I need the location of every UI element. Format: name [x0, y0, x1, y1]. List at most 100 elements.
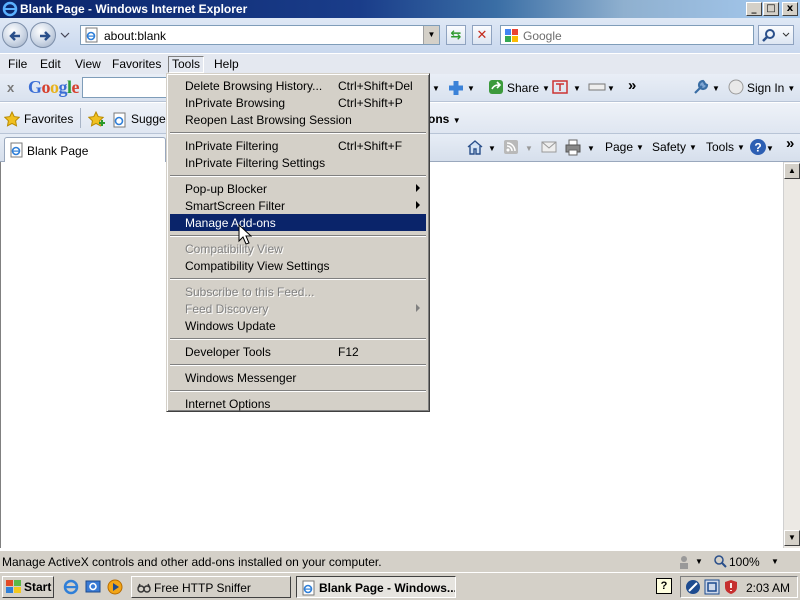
submenu-arrow-icon	[416, 201, 420, 209]
read-mail-icon[interactable]	[541, 140, 557, 154]
feeds-dropdown-icon[interactable]: ▼	[525, 144, 533, 153]
back-button[interactable]	[2, 22, 28, 48]
address-dropdown-icon[interactable]: ▼	[423, 26, 439, 44]
vertical-scrollbar[interactable]: ▲ ▼	[783, 162, 800, 548]
status-bar: Manage ActiveX controls and other add-on…	[0, 550, 800, 572]
scroll-down-icon[interactable]: ▼	[784, 530, 800, 546]
page-icon	[85, 27, 98, 43]
refresh-button[interactable]: ⇆	[446, 25, 466, 45]
menu-file[interactable]: File	[6, 57, 29, 71]
tools-menu-item-compatibility-view-settings[interactable]: Compatibility View Settings	[170, 257, 426, 274]
tools-menu-item-pop-up-blocker[interactable]: Pop-up Blocker	[170, 180, 426, 197]
add-to-favorites-icon[interactable]	[88, 111, 106, 127]
plus-dropdown-icon[interactable]: ▼	[467, 84, 475, 93]
help-dropdown-icon[interactable]: ▼	[766, 144, 774, 153]
tools-menu-item-internet-options[interactable]: Internet Options	[170, 395, 426, 412]
popup-blocker-status-icon[interactable]	[676, 554, 692, 570]
google-toolbar-close-icon[interactable]: x	[7, 80, 14, 95]
widget-dropdown-icon[interactable]: ▼	[607, 84, 615, 93]
sniffer-icon	[137, 583, 151, 593]
display-tray-icon[interactable]	[704, 579, 720, 595]
menu-tools[interactable]: Tools	[168, 56, 205, 73]
scroll-up-icon[interactable]: ▲	[784, 163, 800, 179]
page-icon	[10, 142, 23, 158]
menu-item-label: InPrivate Filtering	[185, 139, 279, 153]
menu-edit[interactable]: Edit	[38, 57, 63, 71]
forward-button[interactable]	[30, 22, 56, 48]
taskbar-http-sniffer[interactable]: Free HTTP Sniffer	[131, 576, 291, 598]
clock: 2:03 AM	[746, 581, 791, 595]
menu-view[interactable]: View	[73, 57, 103, 71]
feeds-icon[interactable]	[503, 139, 519, 155]
start-button[interactable]: Start	[2, 576, 54, 598]
share-icon	[489, 80, 503, 94]
mouse-cursor-icon	[238, 224, 252, 245]
google-search-dropdown-icon[interactable]: ▼	[432, 84, 440, 93]
start-label: Start	[24, 580, 52, 594]
menu-item-shortcut: F12	[338, 345, 359, 359]
status-dropdown-icon[interactable]: ▼	[695, 557, 703, 566]
translate-icon[interactable]	[552, 79, 570, 95]
network-tray-icon[interactable]	[685, 579, 701, 595]
taskbar-blank-page[interactable]: Blank Page - Windows...	[296, 576, 456, 598]
page-menu[interactable]: Page ▼	[605, 140, 644, 154]
more-chevron-icon[interactable]: »	[628, 77, 636, 94]
tools-command-menu[interactable]: Tools ▼	[706, 140, 745, 154]
tools-menu-item-delete-browsing-history[interactable]: Delete Browsing History... Ctrl+Shift+Del	[170, 77, 426, 94]
stop-button[interactable]: ✕	[472, 25, 492, 45]
google-search-input[interactable]	[82, 77, 172, 98]
tools-menu-item-inprivate-browsing[interactable]: InPrivate Browsing Ctrl+Shift+P	[170, 94, 426, 111]
address-text: about:blank	[104, 29, 167, 43]
print-dropdown-icon[interactable]: ▼	[587, 144, 595, 153]
forward-arrow-icon	[40, 31, 51, 41]
share-button[interactable]: Share ▼	[507, 81, 550, 95]
security-shield-icon[interactable]	[723, 579, 739, 595]
media-player-icon[interactable]	[106, 578, 124, 596]
zoom-dropdown-icon[interactable]: ▼	[771, 557, 779, 566]
ie-quicklaunch-icon[interactable]	[62, 578, 80, 596]
tools-menu-item-inprivate-filtering-settings[interactable]: InPrivate Filtering Settings	[170, 154, 426, 171]
print-icon[interactable]	[564, 138, 582, 156]
tools-menu-item-smartscreen-filter[interactable]: SmartScreen Filter	[170, 197, 426, 214]
toolbar-widget-icon[interactable]	[588, 81, 606, 93]
favorites-button[interactable]: Favorites	[24, 112, 73, 126]
home-icon[interactable]	[466, 138, 484, 156]
tab-blank-page[interactable]: Blank Page	[4, 137, 166, 162]
maximize-button[interactable]: □	[763, 2, 779, 16]
menu-item-label: Subscribe to this Feed...	[185, 285, 315, 299]
tools-menu-item-reopen-last-browsing-session[interactable]: Reopen Last Browsing Session	[170, 111, 426, 128]
wrench-icon[interactable]	[692, 78, 710, 96]
tools-menu-item-compatibility-view: Compatibility View	[170, 240, 426, 257]
home-dropdown-icon[interactable]: ▼	[488, 144, 496, 153]
help-icon[interactable]: ?	[749, 138, 767, 156]
menu-separator	[170, 175, 426, 177]
close-button[interactable]: x	[782, 2, 798, 16]
tools-menu-item-developer-tools[interactable]: Developer Tools F12	[170, 343, 426, 360]
tools-menu-item-inprivate-filtering[interactable]: InPrivate Filtering Ctrl+Shift+F	[170, 137, 426, 154]
windows-logo-icon	[6, 580, 21, 593]
menu-favorites[interactable]: Favorites	[110, 57, 163, 71]
tools-menu-item-windows-messenger[interactable]: Windows Messenger	[170, 369, 426, 386]
menu-help[interactable]: Help	[212, 57, 241, 71]
plus-icon[interactable]	[446, 79, 466, 97]
sign-in-button[interactable]: Sign In ▼	[747, 81, 795, 95]
zoom-level[interactable]: 100%	[729, 555, 760, 569]
recent-pages-dropdown-icon[interactable]	[59, 30, 71, 40]
web-slice-gallery-label: ons	[428, 112, 450, 126]
favorites-star-icon	[4, 111, 20, 127]
safety-menu[interactable]: Safety ▼	[652, 140, 697, 154]
command-more-chevron-icon[interactable]: »	[786, 135, 794, 152]
address-bar[interactable]: about:blank ▼	[80, 25, 440, 45]
settings-dropdown-icon[interactable]: ▼	[712, 84, 720, 93]
minimize-button[interactable]: _	[746, 2, 762, 16]
tray-help-icon[interactable]: ?	[656, 578, 672, 594]
title-bar: Blank Page - Windows Internet Explorer _…	[0, 0, 800, 18]
tools-menu-item-windows-update[interactable]: Windows Update	[170, 317, 426, 334]
show-desktop-icon[interactable]	[84, 578, 102, 596]
web-slice-gallery-link[interactable]: ons ▼	[428, 112, 461, 126]
search-input[interactable]: Google	[500, 25, 754, 45]
translate-dropdown-icon[interactable]: ▼	[573, 84, 581, 93]
ie-task-icon	[302, 580, 315, 596]
tools-menu-item-manage-add-ons[interactable]: Manage Add-ons	[170, 214, 426, 231]
search-button[interactable]	[758, 25, 794, 45]
